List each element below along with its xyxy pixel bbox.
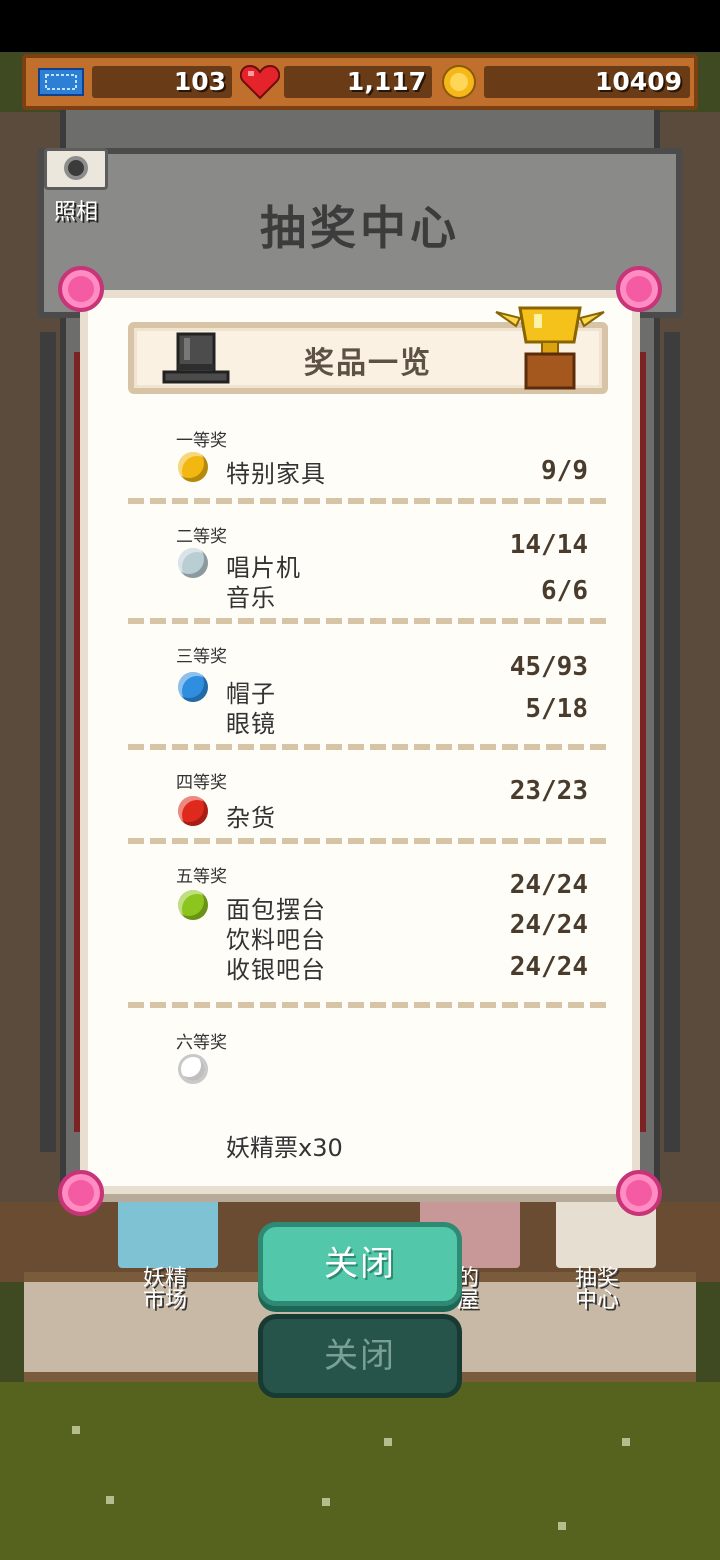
booth-title: 抽奖中心: [260, 201, 460, 255]
heart-count: 1,117: [346, 67, 426, 96]
tier-divider: [128, 498, 608, 504]
trophy-icon: [495, 306, 605, 390]
tier-1-item-1-name: 特别家具: [226, 460, 326, 488]
tier-4-label: 四等奖: [176, 773, 227, 793]
tier-4-item-1-count: 23/23: [509, 776, 588, 806]
rose-icon: [616, 1170, 662, 1216]
grass-field: [0, 1382, 720, 1560]
modal-header: 奖品一览: [128, 306, 608, 394]
fairy-ticket-reward: 妖精票x30: [226, 1134, 343, 1162]
close-button-secondary-label: 关闭: [324, 1336, 396, 1376]
tier-5-label: 五等奖: [176, 867, 227, 887]
lottery-center-label[interactable]: 抽奖 中心: [552, 1268, 642, 1312]
rose-icon: [616, 266, 662, 312]
prize-list-modal: 奖品一览 一等奖 特别家具 9/9 二等奖 唱片机 14/14 音乐 6/6 三…: [80, 290, 640, 1194]
tier-1-label: 一等奖: [176, 431, 227, 451]
close-button-label: 关闭: [324, 1244, 396, 1284]
booth-pole-left: [40, 332, 56, 1152]
tier-5-item-3-name: 收银吧台: [226, 956, 326, 984]
tier-1-item-1-count: 9/9: [541, 456, 588, 486]
tier-2-gem-icon: [178, 548, 208, 578]
rose-icon: [58, 1170, 104, 1216]
ticket-icon: [38, 68, 84, 96]
tier-6-label: 六等奖: [176, 1033, 227, 1053]
tier-3-gem-icon: [178, 672, 208, 702]
tier-divider: [128, 1002, 608, 1008]
tier-divider: [128, 838, 608, 844]
tier-3-item-1-count: 45/93: [509, 652, 588, 682]
heart-icon: [240, 64, 280, 100]
coin-icon: [442, 65, 476, 99]
grass-sparkle: [558, 1522, 566, 1530]
coin-count: 10409: [595, 67, 682, 96]
tier-2-item-1-count: 14/14: [509, 530, 588, 560]
resource-bar: 103 1,117 10409: [22, 54, 698, 110]
tier-2-item-2-name: 音乐: [226, 584, 276, 612]
tier-4-item-1-name: 杂货: [226, 804, 276, 832]
grass-sparkle: [106, 1496, 114, 1504]
grass-sparkle: [322, 1498, 330, 1506]
tier-5-item-1-count: 24/24: [509, 870, 588, 900]
modal-shadow: [88, 1194, 636, 1202]
fairy-market-stand[interactable]: [118, 1198, 218, 1268]
status-bar: [0, 0, 720, 52]
grass-sparkle: [72, 1426, 80, 1434]
tier-2-item-2-count: 6/6: [541, 576, 588, 606]
close-button[interactable]: 关闭: [258, 1222, 462, 1306]
camera-button[interactable]: [44, 148, 108, 190]
camera-label[interactable]: 照相: [44, 194, 108, 226]
tier-divider: [128, 618, 608, 624]
tier-3-label: 三等奖: [176, 647, 227, 667]
grass-sparkle: [622, 1438, 630, 1446]
booth-pole-right: [664, 332, 680, 1152]
fairy-market-label[interactable]: 妖精 市场: [120, 1268, 210, 1312]
tier-3-item-2-name: 眼镜: [226, 710, 276, 738]
tier-5-item-2-count: 24/24: [509, 910, 588, 940]
tier-6-gem-icon: [178, 1054, 208, 1084]
camera-icon: [64, 156, 88, 180]
tier-5-gem-icon: [178, 890, 208, 920]
close-button-secondary[interactable]: 关闭: [258, 1314, 462, 1398]
tier-5-item-3-count: 24/24: [509, 952, 588, 982]
rose-icon: [58, 266, 104, 312]
tier-divider: [128, 744, 608, 750]
ticket-count: 103: [173, 67, 226, 96]
tier-2-label: 二等奖: [176, 527, 227, 547]
tier-3-item-2-count: 5/18: [525, 694, 588, 724]
tier-4-gem-icon: [178, 796, 208, 826]
grass-sparkle: [384, 1438, 392, 1446]
tier-1-gem-icon: [178, 452, 208, 482]
